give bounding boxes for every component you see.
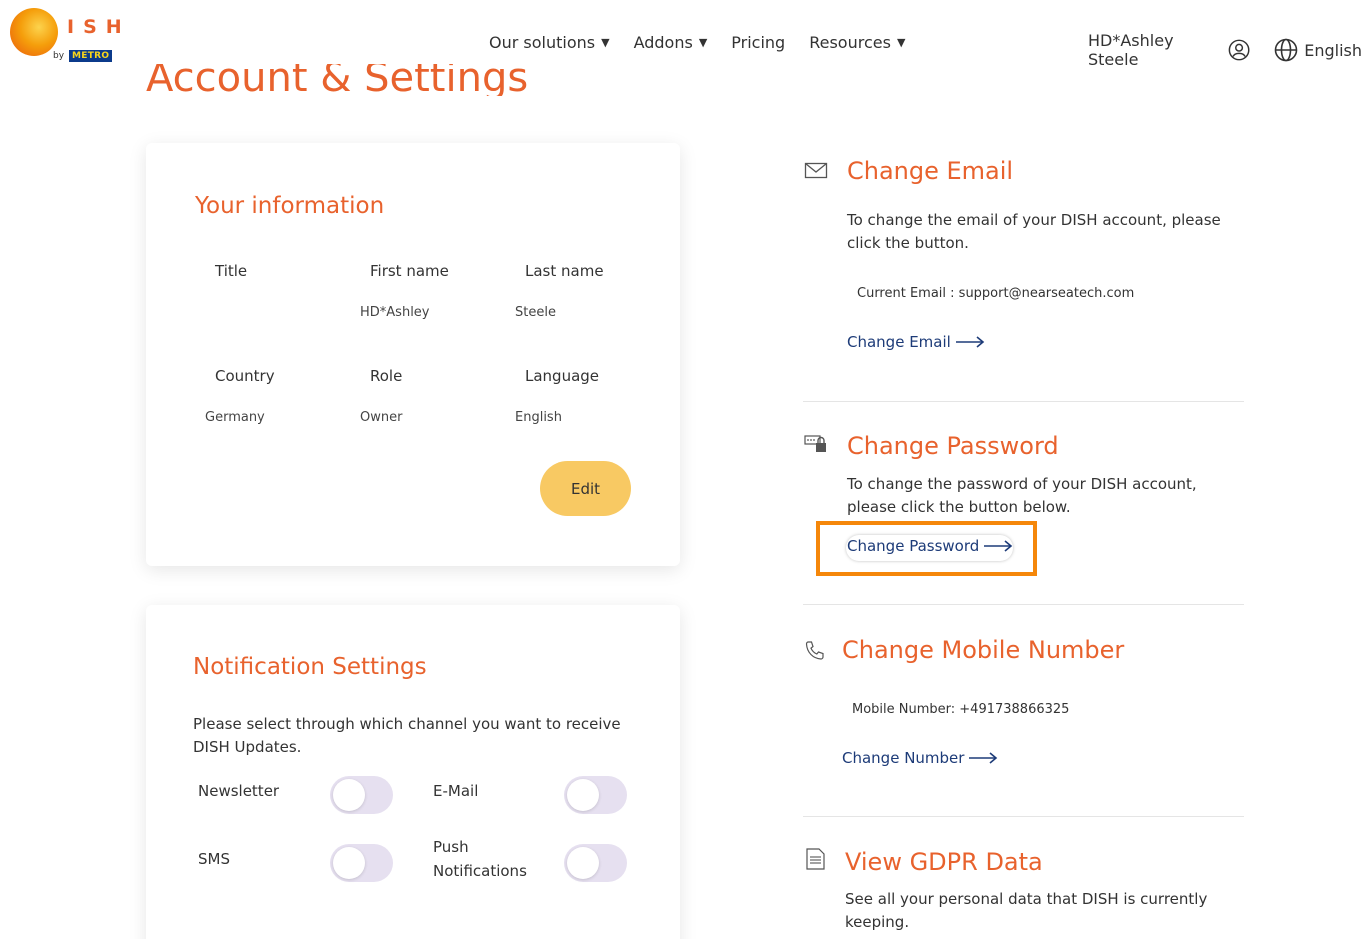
metro-badge: METRO: [69, 50, 113, 62]
change-number-link-label: Change Number: [842, 749, 965, 767]
globe-icon: [1274, 38, 1298, 62]
change-number-link[interactable]: Change Number: [842, 749, 998, 767]
arrow-right-icon: [969, 752, 998, 764]
email-label: E-Mail: [433, 782, 479, 800]
phone-icon: [805, 641, 824, 660]
toggle-knob: [333, 847, 365, 879]
sms-toggle[interactable]: [330, 844, 393, 882]
highlight-box: [816, 521, 1037, 576]
logo-text: ISH: [67, 16, 131, 38]
main-nav: Our solutions ▼ Addons ▼ Pricing Resourc…: [489, 33, 905, 52]
gdpr-text: See all your personal data that DISH is …: [845, 890, 1208, 931]
section-divider: [803, 401, 1244, 402]
toggle-knob: [567, 847, 599, 879]
nav-label: Pricing: [731, 33, 786, 52]
change-email-title: Change Email: [847, 157, 1014, 185]
country-label: Country: [215, 367, 275, 385]
language-label: English: [1304, 40, 1362, 60]
change-mobile-title: Change Mobile Number: [842, 636, 1125, 664]
change-email-link-label: Change Email: [847, 333, 951, 351]
nav-resources[interactable]: Resources ▼: [809, 33, 905, 52]
newsletter-label: Newsletter: [198, 782, 280, 800]
user-name[interactable]: HD*Ashley Steele: [1088, 31, 1218, 69]
email-toggle[interactable]: [564, 776, 627, 814]
push-label-line2: Notifications: [433, 862, 527, 880]
toggle-knob: [567, 779, 599, 811]
sms-label: SMS: [198, 850, 230, 868]
push-notifications-toggle[interactable]: [564, 844, 627, 882]
last-name-label: Last name: [525, 262, 604, 280]
dish-logo[interactable]: ISH by METRO: [10, 6, 125, 68]
nav-our-solutions[interactable]: Our solutions ▼: [489, 33, 610, 52]
title-label: Title: [215, 262, 248, 280]
current-mobile-number: Mobile Number: +491738866325: [852, 702, 1070, 717]
caret-down-icon: ▼: [698, 36, 708, 49]
nav-label: Our solutions: [489, 33, 596, 52]
nav-addons[interactable]: Addons ▼: [634, 33, 708, 52]
logo-by: by: [53, 51, 65, 61]
caret-down-icon: ▼: [601, 36, 610, 49]
role-value: Owner: [360, 410, 403, 425]
page-title: Account & Settings: [146, 55, 529, 96]
toggle-knob: [333, 779, 365, 811]
current-email: Current Email : support@nearseatech.com: [857, 286, 1135, 301]
change-password-text: To change the password of your DISH acco…: [847, 475, 1197, 516]
push-label-line1: Push: [433, 838, 469, 856]
nav-label: Addons: [633, 33, 693, 52]
caret-down-icon: ▼: [896, 36, 906, 49]
notification-description: Please select through which channel you …: [193, 715, 621, 756]
gdpr-title[interactable]: View GDPR Data: [845, 848, 1043, 876]
change-email-link[interactable]: Change Email: [847, 333, 985, 351]
card-title: Your information: [195, 193, 385, 219]
your-information-card: Your information Title First name Last n…: [146, 143, 680, 566]
language-selector[interactable]: English: [1274, 38, 1362, 62]
language-label: Language: [525, 367, 600, 385]
nav-label: Resources: [809, 33, 891, 52]
user-avatar-icon[interactable]: [1228, 38, 1250, 62]
document-icon: [806, 848, 825, 870]
section-divider: [803, 604, 1244, 605]
role-label: Role: [370, 367, 403, 385]
language-value: English: [515, 410, 562, 425]
newsletter-toggle[interactable]: [330, 776, 393, 814]
password-lock-icon: [804, 435, 826, 452]
edit-button[interactable]: Edit: [540, 461, 631, 516]
change-password-title: Change Password: [847, 432, 1059, 460]
arrow-right-icon: [955, 336, 985, 348]
section-divider: [803, 816, 1244, 817]
first-name-value: HD*Ashley: [360, 305, 430, 320]
user-area: HD*Ashley Steele English: [1088, 31, 1362, 69]
first-name-label: First name: [370, 262, 449, 280]
notification-settings-card: Notification Settings Please select thro…: [146, 605, 680, 939]
last-name-value: Steele: [515, 305, 556, 320]
nav-pricing[interactable]: Pricing: [731, 33, 785, 52]
card-title: Notification Settings: [193, 654, 427, 680]
envelope-icon: [804, 162, 828, 179]
change-email-text: To change the email of your DISH account…: [847, 211, 1221, 252]
country-value: Germany: [205, 410, 265, 425]
logo-circle-icon: [10, 8, 58, 56]
